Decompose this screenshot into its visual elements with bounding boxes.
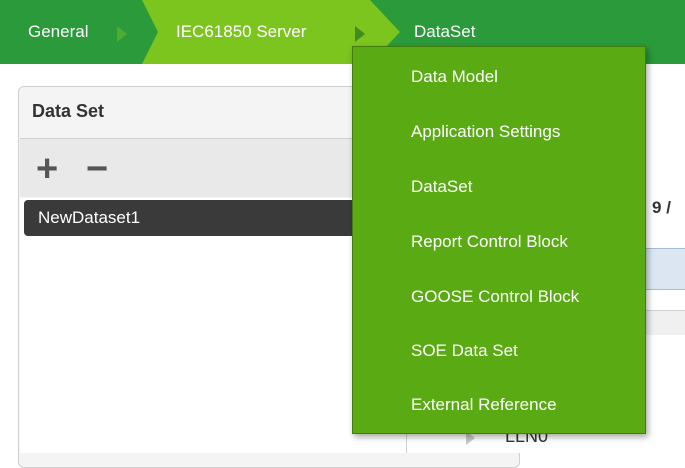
table-header-cell (640, 248, 685, 290)
menu-item-goose-control-block[interactable]: GOOSE Control Block (411, 287, 579, 307)
remove-icon[interactable]: − (86, 150, 108, 188)
list-item[interactable]: NewDataset1 (24, 200, 384, 236)
table-row (640, 310, 685, 335)
menu-item-report-control-block[interactable]: Report Control Block (411, 232, 568, 252)
menu-item-external-reference[interactable]: External Reference (411, 395, 557, 415)
panel-title: Data Set (32, 101, 105, 121)
add-icon[interactable]: + (36, 150, 58, 188)
menu-item-application-settings[interactable]: Application Settings (411, 122, 560, 142)
breadcrumb-general-label: General (28, 22, 89, 41)
dataset-list (20, 198, 406, 453)
breadcrumb-arrow-icon (117, 26, 127, 42)
menu-item-data-model[interactable]: Data Model (411, 67, 498, 87)
breadcrumb-arrow-icon[interactable] (355, 26, 365, 42)
menu-item-soe-data-set[interactable]: SOE Data Set (411, 341, 518, 361)
list-item-label: NewDataset1 (38, 208, 141, 227)
menu-item-dataset[interactable]: DataSet (411, 177, 472, 197)
breadcrumb-dropdown-menu: Data Model Application Settings DataSet … (352, 46, 646, 434)
breadcrumb-dataset-label: DataSet (414, 22, 476, 41)
breadcrumb-iec-label: IEC61850 Server (176, 22, 307, 41)
